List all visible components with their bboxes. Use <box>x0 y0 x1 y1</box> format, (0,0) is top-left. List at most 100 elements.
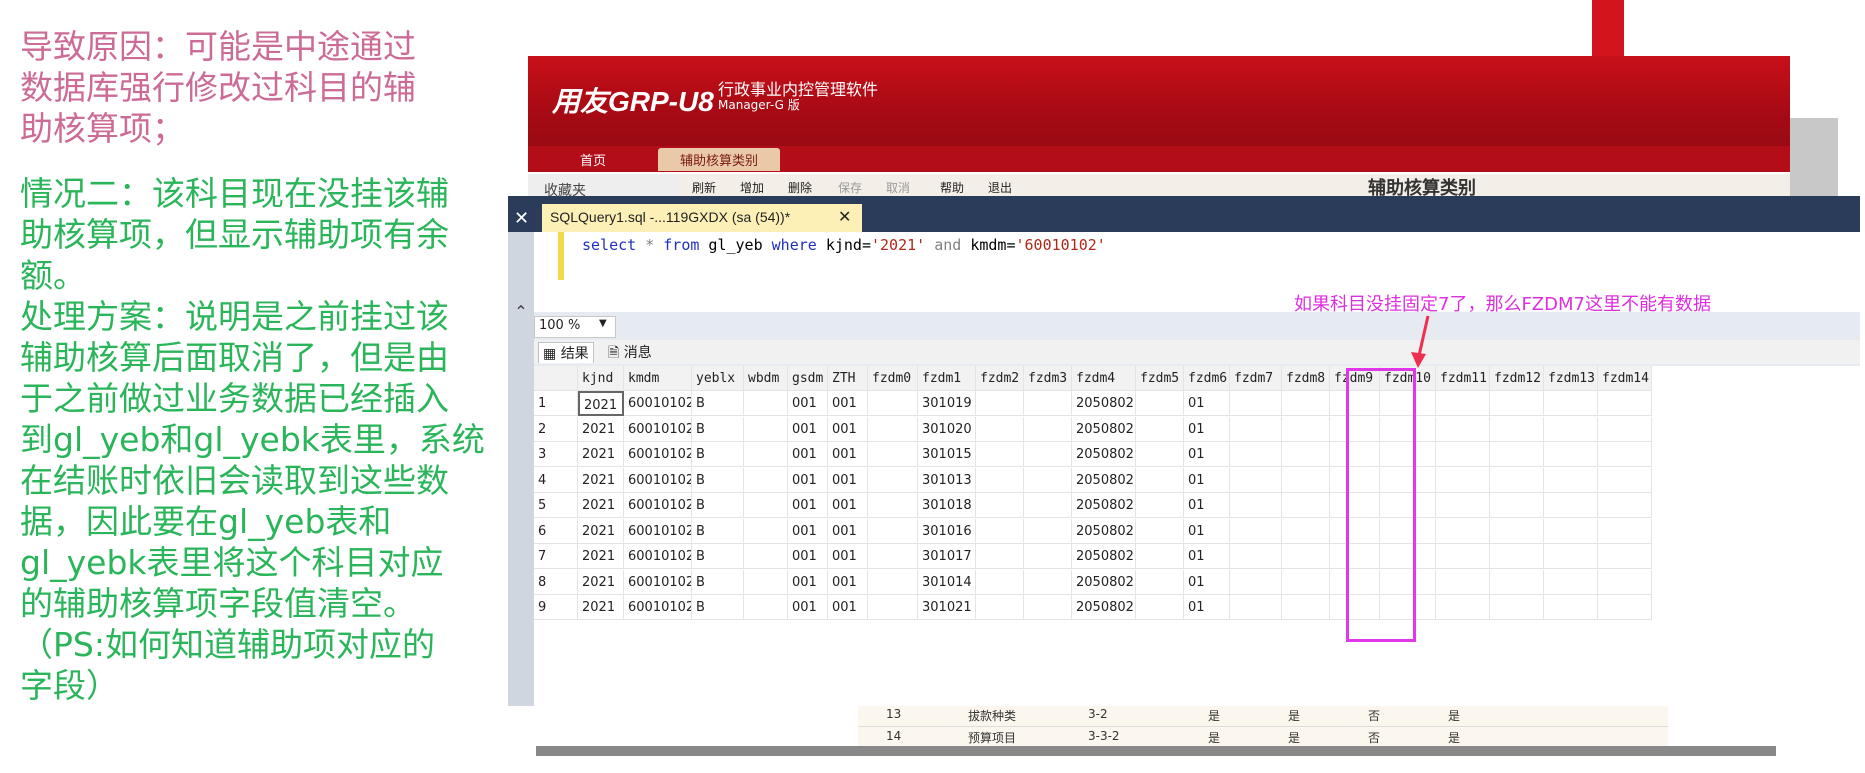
grid-cell[interactable] <box>1436 518 1490 544</box>
grid-cell[interactable]: 60010102 <box>624 518 692 544</box>
grid-cell[interactable]: 301019 <box>918 391 976 416</box>
tab-results[interactable]: ▦ 结果 <box>538 342 594 363</box>
grid-cell[interactable]: 01 <box>1184 518 1230 544</box>
grid-cell[interactable]: 3 <box>534 442 578 467</box>
grid-cell[interactable] <box>1282 467 1330 493</box>
grid-cell[interactable]: 301018 <box>918 493 976 518</box>
grid-cell[interactable] <box>1024 442 1072 467</box>
grid-cell[interactable]: 001 <box>788 467 828 493</box>
tab-sqlquery1[interactable]: SQLQuery1.sql -...119GXDX (sa (54))* ✕ <box>542 204 862 232</box>
grid-cell[interactable]: 001 <box>828 518 868 544</box>
cancel-button[interactable]: 取消 <box>886 179 910 196</box>
grid-cell[interactable] <box>1544 442 1598 467</box>
table-row[interactable]: 7 2021 60010102 B 001 001 301017 2050802 01 <box>534 544 1860 569</box>
tab-aux-category[interactable]: 辅助核算类别 <box>658 148 781 171</box>
column-header[interactable]: fzdm3 <box>1024 366 1072 391</box>
grid-cell[interactable]: 001 <box>788 391 828 416</box>
table-row[interactable]: 4 2021 60010102 B 001 001 301013 2050802 01 <box>534 467 1860 493</box>
grid-cell[interactable] <box>1136 493 1184 518</box>
grid-cell[interactable]: B <box>692 544 744 569</box>
grid-cell[interactable] <box>1024 569 1072 595</box>
grid-cell[interactable]: 60010102 <box>624 391 692 416</box>
grid-cell[interactable] <box>976 595 1024 620</box>
grid-cell[interactable] <box>1490 442 1544 467</box>
grid-cell[interactable] <box>1282 518 1330 544</box>
grid-cell[interactable] <box>1598 467 1652 493</box>
delete-button[interactable]: 删除 <box>788 179 812 196</box>
grid-cell[interactable] <box>1230 569 1282 595</box>
save-button[interactable]: 保存 <box>838 179 862 196</box>
grid-cell[interactable]: 301020 <box>918 416 976 442</box>
grid-cell[interactable]: 001 <box>828 442 868 467</box>
column-header[interactable]: fzdm4 <box>1072 366 1136 391</box>
column-header[interactable]: fzdm1 <box>918 366 976 391</box>
grid-cell[interactable] <box>1490 493 1544 518</box>
grid-cell[interactable] <box>1230 595 1282 620</box>
grid-cell[interactable]: 2050802 <box>1072 416 1136 442</box>
table-row[interactable]: 8 2021 60010102 B 001 001 301014 2050802 01 <box>534 569 1860 595</box>
grid-cell[interactable] <box>868 467 918 493</box>
grid-cell[interactable] <box>1490 569 1544 595</box>
grid-cell[interactable]: 2050802 <box>1072 569 1136 595</box>
help-button[interactable]: 帮助 <box>940 179 964 196</box>
grid-cell[interactable] <box>868 493 918 518</box>
grid-cell[interactable]: 2050802 <box>1072 595 1136 620</box>
grid-cell[interactable] <box>1598 442 1652 467</box>
grid-cell[interactable]: 01 <box>1184 595 1230 620</box>
grid-cell[interactable]: 001 <box>828 416 868 442</box>
add-button[interactable]: 增加 <box>740 179 764 196</box>
chevron-down-icon[interactable]: ▼ <box>599 318 607 329</box>
table-row[interactable]: 3 2021 60010102 B 001 001 301015 2050802 01 <box>534 442 1860 467</box>
tab-home[interactable]: 首页 <box>580 150 606 169</box>
grid-cell[interactable] <box>1544 467 1598 493</box>
results-grid[interactable]: kjnd kmdm yeblx wbdm gsdm ZTH fzdm0 fzdm1 fzdm2 f… <box>534 366 1860 706</box>
grid-cell[interactable] <box>1024 467 1072 493</box>
grid-cell[interactable] <box>1544 595 1598 620</box>
grid-cell[interactable] <box>976 416 1024 442</box>
grid-cell[interactable]: 001 <box>828 467 868 493</box>
table-row[interactable]: 6 2021 60010102 B 001 001 301016 2050802 01 <box>534 518 1860 544</box>
grid-cell[interactable] <box>1598 544 1652 569</box>
grid-cell[interactable]: 60010102 <box>624 493 692 518</box>
grid-cell[interactable] <box>1544 391 1598 416</box>
grid-cell[interactable]: 2021 <box>578 467 624 493</box>
grid-cell[interactable] <box>1490 467 1544 493</box>
grid-cell[interactable] <box>868 442 918 467</box>
grid-cell[interactable] <box>1282 416 1330 442</box>
grid-cell[interactable] <box>1230 416 1282 442</box>
grid-cell[interactable] <box>1230 442 1282 467</box>
grid-cell[interactable]: 001 <box>828 493 868 518</box>
grid-cell[interactable] <box>976 442 1024 467</box>
grid-cell[interactable] <box>1544 569 1598 595</box>
column-header[interactable]: fzdm5 <box>1136 366 1184 391</box>
grid-cell[interactable]: 301016 <box>918 518 976 544</box>
grid-cell[interactable] <box>1024 518 1072 544</box>
grid-cell[interactable]: 001 <box>828 391 868 416</box>
grid-cell[interactable] <box>1598 595 1652 620</box>
grid-cell[interactable] <box>1436 391 1490 416</box>
grid-cell[interactable]: 2021 <box>578 569 624 595</box>
grid-cell[interactable] <box>1024 544 1072 569</box>
grid-cell[interactable] <box>976 391 1024 416</box>
grid-cell[interactable]: 301017 <box>918 544 976 569</box>
grid-cell[interactable]: 2021 <box>578 544 624 569</box>
grid-cell[interactable] <box>1136 518 1184 544</box>
column-header[interactable]: gsdm <box>788 366 828 391</box>
grid-cell[interactable]: 4 <box>534 467 578 493</box>
column-header[interactable]: ZTH <box>828 366 868 391</box>
column-header[interactable]: fzdm6 <box>1184 366 1230 391</box>
grid-cell[interactable] <box>1136 467 1184 493</box>
grid-cell[interactable]: 1 <box>534 391 578 416</box>
grid-cell[interactable]: 01 <box>1184 569 1230 595</box>
grid-cell[interactable] <box>744 595 788 620</box>
table-row[interactable]: 1 2021 60010102 B 001 001 301019 2050802 01 <box>534 391 1860 416</box>
grid-cell[interactable] <box>744 544 788 569</box>
column-header[interactable] <box>534 366 578 391</box>
grid-cell[interactable]: 301021 <box>918 595 976 620</box>
grid-cell[interactable]: B <box>692 416 744 442</box>
grid-cell[interactable] <box>1544 416 1598 442</box>
grid-cell[interactable]: 2 <box>534 416 578 442</box>
column-header[interactable]: fzdm13 <box>1544 366 1598 391</box>
grid-cell[interactable]: 01 <box>1184 442 1230 467</box>
grid-cell[interactable]: 001 <box>788 442 828 467</box>
